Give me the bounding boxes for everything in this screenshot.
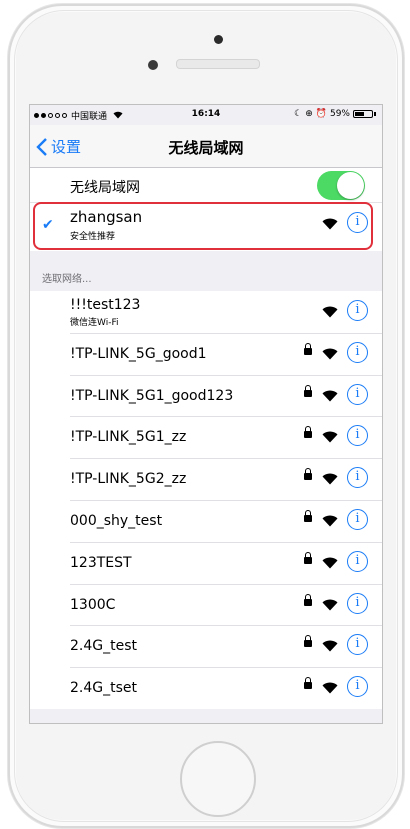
earpiece-speaker xyxy=(176,59,260,69)
wifi-icon xyxy=(322,303,338,322)
info-icon[interactable]: i xyxy=(347,300,368,321)
moon-icon: ☾ xyxy=(294,109,303,119)
lock-icon xyxy=(304,426,312,439)
highlight-box xyxy=(33,202,373,250)
alarm-icon: ⏰ xyxy=(315,109,327,119)
wlan-label: 无线局域网 xyxy=(70,180,140,196)
network-row[interactable]: !TP-LINK_5G1_good123 i xyxy=(30,374,382,417)
network-name: !TP-LINK_5G1_good123 xyxy=(70,387,234,404)
page-title: 无线局域网 xyxy=(168,139,244,157)
wifi-icon xyxy=(322,428,338,447)
info-icon[interactable]: i xyxy=(347,467,368,489)
status-right: ☾ ⊕ ⏰ 59% xyxy=(294,109,376,119)
network-name: !!!test123 xyxy=(70,297,141,313)
network-subtitle: 微信连Wi-Fi xyxy=(70,318,119,328)
wlan-toggle-row: 无线局域网 xyxy=(30,168,382,203)
info-icon[interactable]: i xyxy=(347,383,368,405)
wifi-icon xyxy=(322,596,338,615)
info-icon[interactable]: i xyxy=(347,676,368,698)
wlan-toggle[interactable] xyxy=(317,171,365,200)
info-icon[interactable]: i xyxy=(347,592,368,614)
wifi-icon xyxy=(322,470,338,489)
info-icon[interactable]: i xyxy=(347,508,368,530)
lock-icon xyxy=(304,593,312,606)
network-row[interactable]: 2.4G_test i xyxy=(30,625,382,667)
network-list: !!!test123 微信连Wi-Fi i !TP-LINK_5G_good1 i !TP… xyxy=(30,291,382,709)
location-icon: ⊕ xyxy=(305,109,313,119)
front-camera xyxy=(214,35,223,44)
network-row[interactable]: !TP-LINK_5G1_zz i xyxy=(30,416,382,458)
choose-network-header: 选取网络... xyxy=(42,274,92,285)
info-icon[interactable]: i xyxy=(347,550,368,572)
wifi-icon xyxy=(322,345,338,364)
battery-icon xyxy=(353,110,373,118)
network-row[interactable]: 1300C i xyxy=(30,583,382,626)
network-name: !TP-LINK_5G_good1 xyxy=(70,345,207,362)
network-name: 000_shy_test xyxy=(70,512,163,529)
wifi-icon xyxy=(322,554,338,573)
wifi-icon xyxy=(322,512,338,531)
network-name: !TP-LINK_5G2_zz xyxy=(70,471,187,488)
home-button[interactable] xyxy=(180,741,256,817)
lock-icon xyxy=(304,384,312,397)
status-bar: 中国联通 16:14 ☾ ⊕ ⏰ 59% xyxy=(30,105,382,125)
network-row[interactable]: !TP-LINK_5G_good1 i xyxy=(30,332,382,375)
network-name: 2.4G_test xyxy=(70,638,137,655)
screen: 中国联通 16:14 ☾ ⊕ ⏰ 59% 设置 无线局域网 无线局域网 ✔ zh… xyxy=(29,104,383,724)
network-row[interactable]: !TP-LINK_5G2_zz i xyxy=(30,458,382,500)
navigation-bar: 设置 无线局域网 xyxy=(30,125,382,168)
lock-icon xyxy=(304,677,312,690)
network-row[interactable]: !!!test123 微信连Wi-Fi i xyxy=(30,291,382,333)
lock-icon xyxy=(304,342,312,355)
network-name: !TP-LINK_5G1_zz xyxy=(70,429,187,446)
lock-icon xyxy=(304,468,312,481)
battery-fill xyxy=(355,112,364,116)
toggle-knob xyxy=(337,172,364,199)
battery-tip xyxy=(374,112,376,116)
info-icon[interactable]: i xyxy=(347,425,368,447)
lock-icon xyxy=(304,509,312,522)
network-name: 2.4G_tset xyxy=(70,680,137,697)
lock-icon xyxy=(304,635,312,648)
proximity-sensor xyxy=(148,60,158,70)
network-name: 123TEST xyxy=(70,554,132,571)
wifi-icon xyxy=(322,679,338,698)
network-row[interactable]: 000_shy_test i xyxy=(30,499,382,542)
info-icon[interactable]: i xyxy=(347,341,368,363)
lock-icon xyxy=(304,551,312,564)
network-name: 1300C xyxy=(70,596,116,613)
wifi-icon xyxy=(322,637,338,656)
wifi-icon xyxy=(322,387,338,406)
info-icon[interactable]: i xyxy=(347,634,368,656)
battery-percent: 59% xyxy=(329,109,350,119)
network-row[interactable]: 2.4G_tset i xyxy=(30,667,382,709)
network-row[interactable]: 123TEST i xyxy=(30,541,382,584)
